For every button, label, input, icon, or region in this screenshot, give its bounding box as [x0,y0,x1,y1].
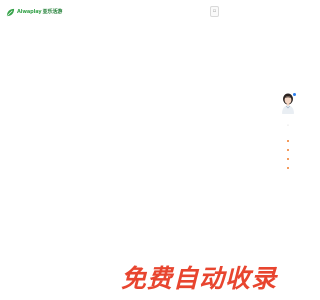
logo-cn-text: 亚乐活游 [42,8,63,15]
menu-bullet-4[interactable] [287,167,289,169]
floating-sidebar: ◦ [278,92,298,176]
promo-banner[interactable]: 免费自动收录 [121,262,300,296]
site-logo[interactable]: Alwaplay亚乐活游 [6,6,62,18]
online-status-dot [293,93,296,96]
banner-text: 免费自动收录 [121,264,278,293]
leaf-logo-icon [6,8,15,16]
small-mark-icon[interactable]: ◦ [284,122,292,130]
menu-bullet-2[interactable] [287,149,289,151]
logo-brand-text: Alwaplay [17,8,42,15]
top-menu-box[interactable]: ▫ [210,6,219,17]
menu-bullet-1[interactable] [287,140,289,142]
box-icon: ▫ [212,8,217,14]
page: Alwaplay亚乐活游 ▫ ◦ 免费自动收录 [0,0,300,300]
menu-bullet-3[interactable] [287,158,289,160]
logo-text: Alwaplay亚乐活游 [17,8,63,15]
